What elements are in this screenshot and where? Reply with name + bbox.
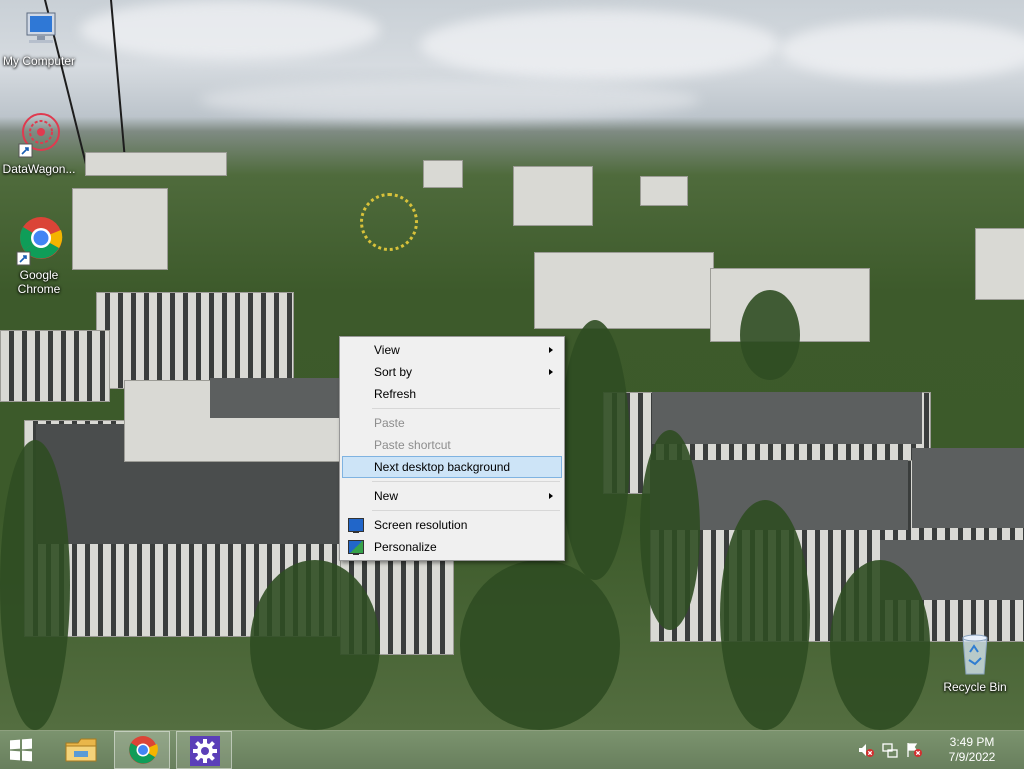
clock-time: 3:49 PM — [949, 735, 995, 749]
taskbar-chrome-button[interactable] — [114, 731, 170, 769]
tree — [720, 500, 810, 730]
menu-item-new[interactable]: New — [342, 485, 562, 507]
building — [975, 228, 1024, 300]
personalize-icon — [348, 540, 364, 555]
menu-item-paste-shortcut: Paste shortcut — [342, 434, 562, 456]
building — [513, 166, 593, 226]
building — [0, 330, 110, 402]
submenu-arrow-icon — [549, 493, 553, 499]
building — [96, 292, 294, 389]
building — [534, 252, 714, 329]
roof — [912, 448, 1024, 528]
ferris-wheel — [360, 193, 418, 251]
taskbar-settings-button[interactable] — [176, 731, 232, 769]
tree — [740, 290, 800, 380]
menu-item-next-desktop-background[interactable]: Next desktop background — [342, 456, 562, 478]
start-button[interactable] — [10, 738, 32, 762]
desktop-icon-label: DataWagon... — [2, 162, 76, 176]
cloud — [780, 20, 1024, 80]
desktop-icon-label: Recycle Bin — [943, 680, 1007, 694]
system-tray: 3:49 PM 7/9/2022 — [854, 731, 1024, 769]
desktop-icon-my-computer[interactable]: My Computer — [1, 10, 77, 68]
action-center-flag-icon[interactable] — [906, 742, 922, 758]
desktop-icon-label: Google Chrome — [17, 268, 61, 296]
tree — [460, 560, 620, 730]
menu-item-label: Screen resolution — [374, 518, 468, 532]
clock-date: 7/9/2022 — [948, 750, 996, 764]
chrome-icon — [129, 736, 158, 764]
settings-tile — [190, 736, 220, 766]
building — [72, 188, 168, 270]
submenu-arrow-icon — [549, 369, 553, 375]
building — [85, 152, 227, 176]
menu-item-paste: Paste — [342, 412, 562, 434]
menu-item-label: Next desktop background — [374, 460, 511, 474]
building — [423, 160, 463, 188]
file-explorer-icon — [65, 738, 97, 762]
submenu-arrow-icon — [549, 347, 553, 353]
windows-logo-icon — [10, 738, 32, 762]
settings-gear-icon — [193, 739, 217, 763]
menu-separator — [372, 481, 560, 482]
menu-item-screen-resolution[interactable]: Screen resolution — [342, 514, 562, 536]
menu-item-personalize[interactable]: Personalize — [342, 536, 562, 558]
menu-item-label: Paste shortcut — [374, 438, 451, 452]
volume-muted-icon[interactable] — [858, 742, 874, 758]
menu-item-label: View — [374, 343, 400, 357]
menu-item-label: Refresh — [374, 387, 417, 401]
tree — [0, 440, 70, 730]
desktop-context-menu: View Sort by Refresh Paste Paste shortcu… — [339, 336, 565, 561]
menu-separator — [372, 510, 560, 511]
taskbar: 3:49 PM 7/9/2022 — [0, 730, 1024, 769]
datawagon-icon — [17, 110, 61, 160]
tree — [830, 560, 930, 730]
menu-separator — [372, 408, 560, 409]
recycle-bin-icon — [955, 632, 995, 678]
desktop-icon-datawagon[interactable]: DataWagon... — [1, 110, 77, 176]
desktop-icon-google-chrome[interactable]: Google Chrome — [1, 216, 77, 296]
network-icon[interactable] — [882, 742, 898, 758]
tree — [250, 560, 380, 730]
menu-item-view[interactable]: View — [342, 339, 562, 361]
roof — [652, 392, 922, 444]
menu-item-refresh[interactable]: Refresh — [342, 383, 562, 405]
cloud — [420, 10, 780, 80]
cloud — [80, 0, 380, 60]
menu-item-label: New — [374, 489, 399, 503]
roof — [210, 378, 340, 418]
desktop-icon-label: My Computer — [2, 54, 76, 68]
menu-item-label: Personalize — [374, 540, 437, 554]
taskbar-file-explorer-button[interactable] — [54, 731, 110, 769]
menu-item-sort-by[interactable]: Sort by — [342, 361, 562, 383]
tree — [640, 430, 700, 630]
tree — [560, 320, 630, 580]
menu-item-label: Paste — [374, 416, 405, 430]
menu-item-label: Sort by — [374, 365, 413, 379]
screen-resolution-icon — [348, 518, 364, 533]
computer-icon — [17, 10, 61, 52]
taskbar-clock[interactable]: 3:49 PM 7/9/2022 — [942, 735, 1002, 765]
chrome-icon — [15, 216, 63, 266]
building — [640, 176, 688, 206]
cloud — [200, 80, 700, 120]
desktop-icon-recycle-bin[interactable]: Recycle Bin — [937, 632, 1013, 694]
